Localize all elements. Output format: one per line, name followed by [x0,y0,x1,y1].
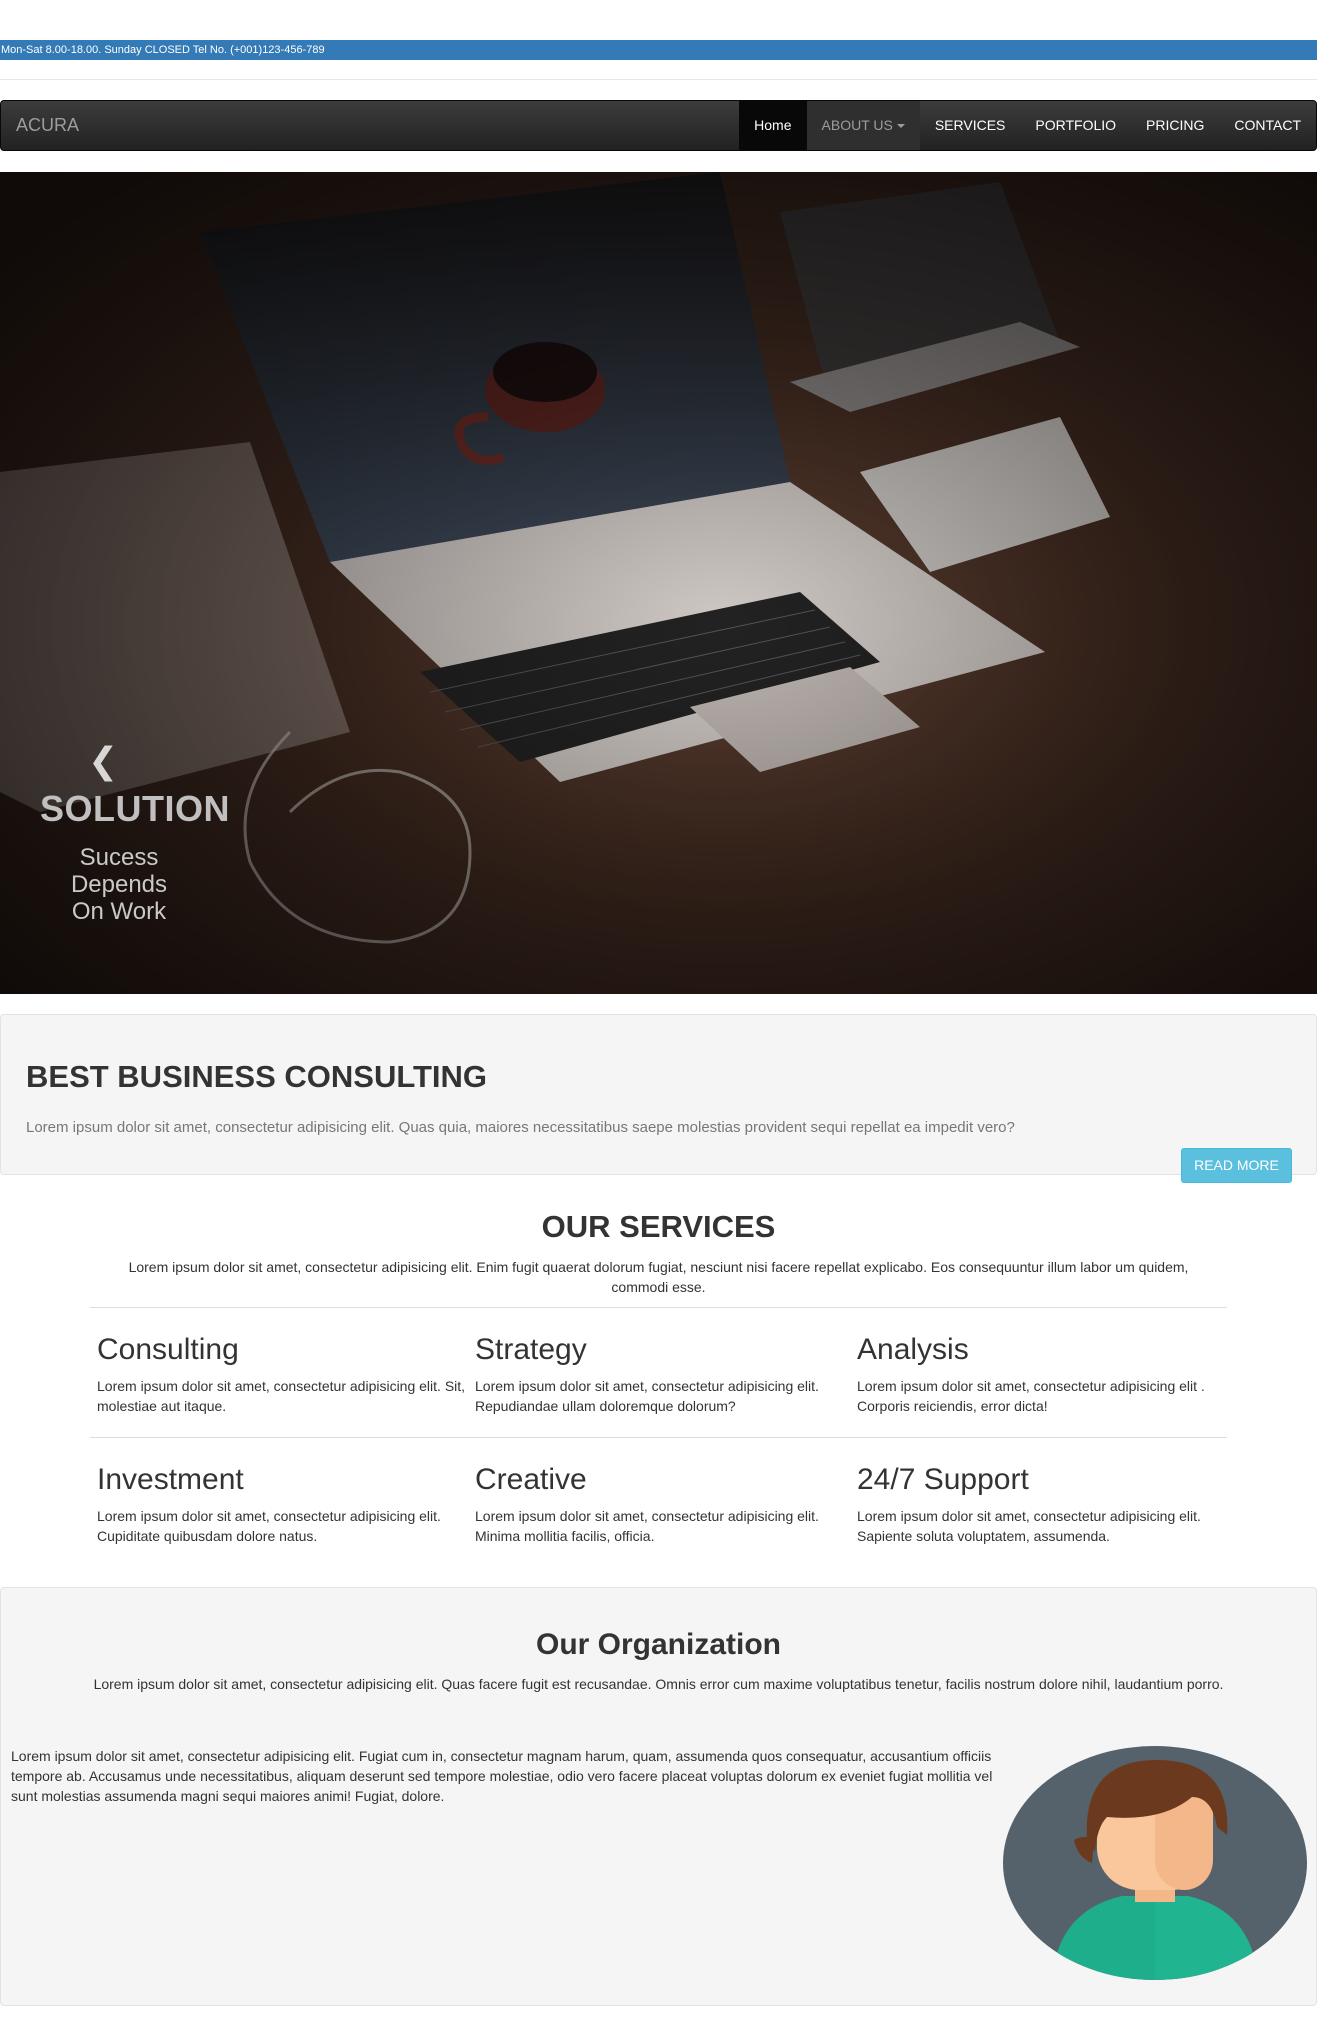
services-title: OUR SERVICES [541,1209,776,1244]
service-title: Analysis [857,1333,969,1366]
service-text: Lorem ipsum dolor sit amet, consectetur … [97,1378,466,1414]
nav-item-pricing[interactable]: PRICING [1131,101,1219,150]
hero-caption: SOLUTION Sucess Depends On Work [40,788,230,925]
services-intro: Lorem ipsum dolor sit amet, consectetur … [128,1259,1189,1295]
nav-item-contact[interactable]: CONTACT [1219,101,1316,150]
service-card-support: 24/7 Support Lorem ipsum dolor sit amet,… [857,1463,1227,1546]
divider [90,1437,1227,1438]
chevron-left-icon[interactable]: ❮ [88,740,118,782]
caret-down-icon [896,124,905,129]
service-card-creative: Creative Lorem ipsum dolor sit amet, con… [475,1463,845,1546]
service-card-analysis: Analysis Lorem ipsum dolor sit amet, con… [857,1333,1227,1416]
hero-subtitle: Sucess Depends On Work [70,844,168,925]
service-text: Lorem ipsum dolor sit amet, consectetur … [857,1508,1201,1544]
brand-logo[interactable]: ACURA [16,101,79,150]
organization-intro: Lorem ipsum dolor sit amet, consectetur … [93,1676,1224,1692]
service-title: Strategy [475,1333,587,1366]
nav-item-portfolio[interactable]: PORTFOLIO [1020,101,1131,150]
service-text: Lorem ipsum dolor sit amet, consectetur … [475,1378,819,1414]
consulting-banner: BEST BUSINESS CONSULTING Lorem ipsum dol… [0,1014,1317,1175]
consulting-text: Lorem ipsum dolor sit amet, consectetur … [26,1119,1015,1136]
service-card-strategy: Strategy Lorem ipsum dolor sit amet, con… [475,1333,845,1416]
consulting-title: BEST BUSINESS CONSULTING [26,1059,488,1094]
service-card-consulting: Consulting Lorem ipsum dolor sit amet, c… [97,1333,467,1416]
opening-hours-text: Mon-Sat 8.00-18.00. Sunday CLOSED Tel No… [1,44,325,56]
top-info-bar: Mon-Sat 8.00-18.00. Sunday CLOSED Tel No… [0,40,1317,60]
service-text: Lorem ipsum dolor sit amet, consectetur … [475,1508,819,1544]
nav-item-about-us[interactable]: ABOUT US [806,101,920,150]
nav-item-services[interactable]: SERVICES [920,101,1021,150]
service-title: 24/7 Support [857,1463,1029,1496]
service-title: Investment [97,1463,244,1496]
service-text: Lorem ipsum dolor sit amet, consectetur … [97,1508,441,1544]
organization-body: Lorem ipsum dolor sit amet, consectetur … [11,1748,993,1804]
service-card-investment: Investment Lorem ipsum dolor sit amet, c… [97,1463,467,1546]
service-title: Creative [475,1463,587,1496]
service-text: Lorem ipsum dolor sit amet, consectetur … [857,1378,1205,1414]
nav-item-home[interactable]: Home [739,101,807,150]
avatar-icon [1003,1746,1307,1980]
divider [90,1307,1227,1308]
navbar: ACURA Home ABOUT US SERVICES PORTFOLIO P… [0,100,1317,151]
service-title: Consulting [97,1333,239,1366]
read-more-button[interactable]: READ MORE [1181,1148,1292,1183]
hero-title: SOLUTION [40,788,230,829]
divider [0,79,1317,80]
nav-menu: Home ABOUT US SERVICES PORTFOLIO PRICING… [739,101,1316,150]
organization-title: Our Organization [535,1628,781,1661]
nav-item-about-us-label: ABOUT US [821,117,893,133]
